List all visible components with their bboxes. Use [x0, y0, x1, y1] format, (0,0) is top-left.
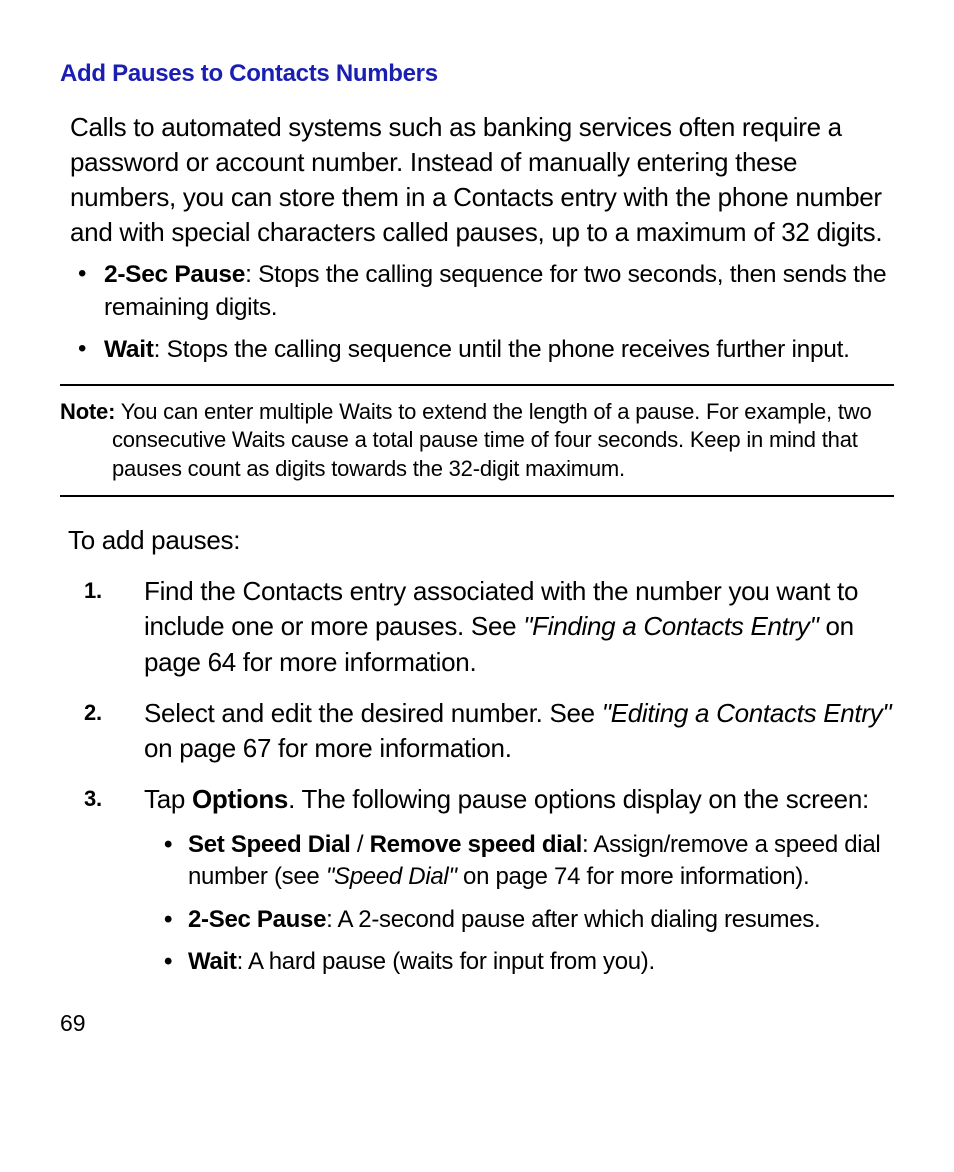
cross-reference: "Editing a Contacts Entry": [602, 698, 892, 728]
step-text: on page 67 for more information.: [144, 733, 512, 763]
option-desc: : A hard pause (waits for input from you…: [237, 948, 655, 975]
list-item: Wait: Stops the calling sequence until t…: [78, 333, 894, 366]
note-text: Note: You can enter multiple Waits to ex…: [60, 398, 894, 484]
step-text: Select and edit the desired number. See: [144, 698, 602, 728]
step-item: Select and edit the desired number. See …: [84, 696, 894, 766]
step-item: Find the Contacts entry associated with …: [84, 574, 894, 679]
steps-list: Find the Contacts entry associated with …: [84, 574, 894, 978]
item-title: 2-Sec Pause: [104, 261, 245, 288]
page-number: 69: [60, 1010, 894, 1037]
to-add-pauses-label: To add pauses:: [68, 525, 894, 556]
option-title: Set Speed Dial: [188, 831, 351, 858]
note-label: Note:: [60, 399, 115, 424]
note-body: You can enter multiple Waits to extend t…: [112, 399, 872, 481]
list-item: 2-Sec Pause: A 2-second pause after whic…: [164, 904, 894, 936]
item-desc: : Stops the calling sequence until the p…: [154, 336, 850, 363]
cross-reference: "Finding a Contacts Entry": [523, 611, 818, 641]
option-title: 2-Sec Pause: [188, 906, 326, 933]
list-item: Set Speed Dial / Remove speed dial: Assi…: [164, 829, 894, 894]
section-heading: Add Pauses to Contacts Numbers: [60, 60, 894, 88]
option-desc: on page 74 for more information).: [457, 863, 810, 890]
options-label: Options: [192, 784, 288, 814]
note-block: Note: You can enter multiple Waits to ex…: [60, 384, 894, 498]
list-item: 2-Sec Pause: Stops the calling sequence …: [78, 258, 894, 324]
option-title: Remove speed dial: [370, 831, 582, 858]
list-item: Wait: A hard pause (waits for input from…: [164, 946, 894, 978]
step-text: . The following pause options display on…: [288, 784, 869, 814]
pause-types-list: 2-Sec Pause : Stops the calling sequence …: [78, 258, 894, 365]
step-item: Tap Options. The following pause options…: [84, 782, 894, 979]
step-text: Tap: [144, 784, 192, 814]
separator: /: [351, 831, 370, 858]
cross-reference: "Speed Dial": [326, 863, 457, 890]
options-sub-list: Set Speed Dial / Remove speed dial: Assi…: [164, 829, 894, 979]
item-title: Wait: [104, 336, 154, 363]
option-title: Wait: [188, 948, 237, 975]
intro-paragraph: Calls to automated systems such as banki…: [70, 110, 894, 250]
option-desc: : A 2-second pause after which dialing r…: [326, 906, 820, 933]
